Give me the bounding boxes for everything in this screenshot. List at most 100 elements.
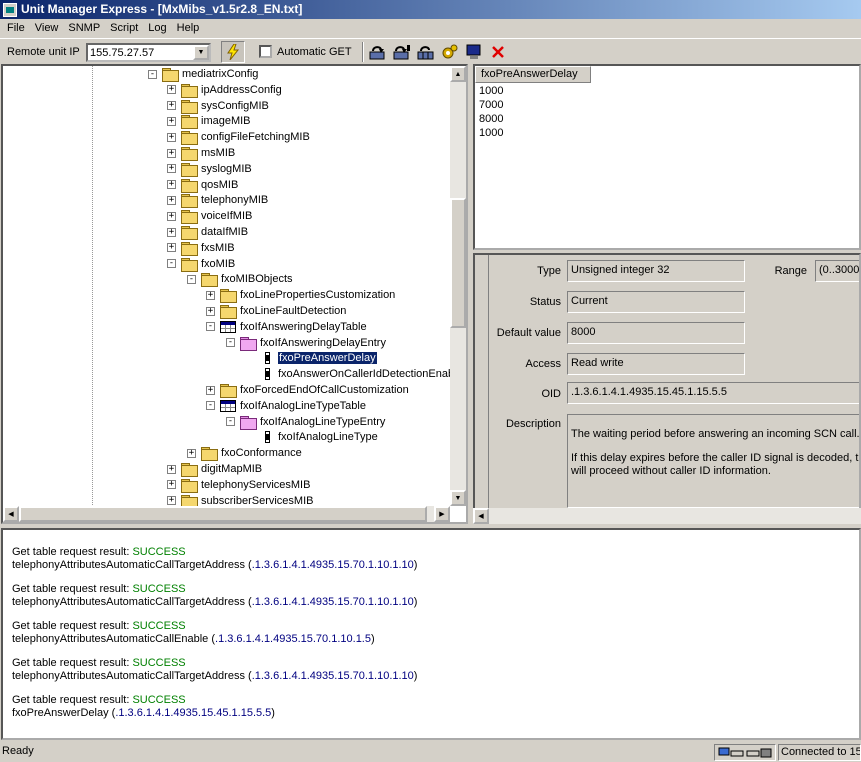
value-cell[interactable]: 8000 <box>479 112 503 126</box>
tree-item[interactable]: - fxoIfAnsweringDelayEntry <box>226 335 386 351</box>
connect-button[interactable] <box>221 41 245 63</box>
tree-item[interactable]: + fxoLineFaultDetection <box>206 303 346 319</box>
expand-icon[interactable]: + <box>167 132 176 142</box>
tree-item-label[interactable]: fxoIfAnsweringDelayTable <box>240 321 367 333</box>
tree-item[interactable]: + sysConfigMIB <box>167 98 269 114</box>
expand-icon[interactable]: + <box>206 306 215 316</box>
log-panel[interactable]: Get table request result: SUCCESS telepho… <box>1 528 861 740</box>
remote-ip-combo[interactable]: 155.75.27.57 ▼ <box>86 43 211 62</box>
expand-icon[interactable]: + <box>167 164 176 174</box>
tree-item[interactable]: + ipAddressConfig <box>167 82 282 98</box>
expand-icon[interactable]: + <box>167 116 176 126</box>
expand-icon[interactable]: + <box>167 180 176 190</box>
get-table-button[interactable] <box>415 42 437 62</box>
menu-file[interactable]: File <box>2 19 30 38</box>
remote-ip-value[interactable]: 155.75.27.57 <box>88 47 193 59</box>
tree-item[interactable]: + configFileFetchingMIB <box>167 129 310 146</box>
tree-item[interactable]: - fxoIfAnalogLineTypeEntry <box>226 414 385 430</box>
tree-item[interactable]: fxoPreAnswerDelay <box>246 350 378 366</box>
tree-item-label[interactable]: imageMIB <box>201 115 251 127</box>
tree-item-label[interactable]: sysConfigMIB <box>201 100 269 112</box>
expand-icon[interactable]: + <box>206 290 215 300</box>
column-header[interactable]: fxoPreAnswerDelay <box>475 66 591 83</box>
tree-item[interactable]: + syslogMIB <box>167 161 252 177</box>
mib-tree[interactable]: - mediatrixConfig + ipAddressConfig + sysConf… <box>1 64 468 524</box>
h-scroll-thumb[interactable] <box>19 506 427 522</box>
scroll-down-button[interactable]: ▼ <box>450 490 466 506</box>
expand-icon[interactable]: + <box>167 227 176 237</box>
tree-item-label[interactable]: fxoIfAnalogLineTypeTable <box>240 400 366 412</box>
expand-icon[interactable]: + <box>187 448 196 458</box>
tree-item-label[interactable]: fxoLinePropertiesCustomization <box>240 289 395 301</box>
values-table[interactable]: fxoPreAnswerDelay 1000 7000 8000 1000 <box>473 64 861 250</box>
tree-item-label[interactable]: qosMIB <box>201 179 238 191</box>
collapse-icon[interactable]: - <box>206 401 215 411</box>
expand-icon[interactable]: + <box>206 385 215 395</box>
tree-item-label[interactable]: voiceIfMIB <box>201 210 252 222</box>
menu-snmp[interactable]: SNMP <box>63 19 105 38</box>
tree-item-label[interactable]: fxoMIBObjects <box>221 273 293 285</box>
tree-item-label[interactable]: fxoPreAnswerDelay <box>277 351 378 366</box>
tree-item[interactable]: - fxoMIB <box>167 256 235 272</box>
tree-item-label[interactable]: telephonyMIB <box>201 194 268 206</box>
menu-help[interactable]: Help <box>172 19 205 38</box>
tree-item[interactable]: - mediatrixConfig <box>148 66 258 82</box>
tree-item[interactable]: + imageMIB <box>167 113 251 130</box>
send-button[interactable] <box>463 42 485 62</box>
scroll-up-button[interactable]: ▲ <box>450 66 466 82</box>
expand-icon[interactable]: + <box>167 464 176 474</box>
tree-item[interactable]: - fxoMIBObjects <box>187 271 293 288</box>
tree-item-label[interactable]: fxoMIB <box>201 258 235 270</box>
automatic-get-checkbox[interactable]: Automatic GET <box>259 45 352 58</box>
expand-icon[interactable]: + <box>167 243 176 253</box>
set-button[interactable] <box>439 42 461 62</box>
tree-item[interactable]: + digitMapMIB <box>167 461 262 477</box>
tree-item-label[interactable]: ipAddressConfig <box>201 84 282 96</box>
tree-item[interactable]: + fxsMIB <box>167 240 235 256</box>
tree-item-label[interactable]: digitMapMIB <box>201 463 262 475</box>
scroll-left-button[interactable]: ◀ <box>473 508 489 524</box>
tree-item-label[interactable]: telephonyServicesMIB <box>201 479 310 491</box>
tree-item-label[interactable]: configFileFetchingMIB <box>201 131 310 143</box>
expand-icon[interactable]: + <box>167 101 176 111</box>
expand-icon[interactable]: + <box>167 195 176 205</box>
tree-item-label[interactable]: fxoAnswerOnCallerIdDetectionEnab <box>278 368 454 380</box>
tree-item-label[interactable]: fxoConformance <box>221 447 302 459</box>
tree-item[interactable]: + qosMIB <box>167 177 238 193</box>
chevron-down-icon[interactable]: ▼ <box>193 45 209 60</box>
tree-item[interactable]: + telephonyServicesMIB <box>167 477 310 493</box>
tree-item[interactable]: + fxoLinePropertiesCustomization <box>206 287 395 304</box>
tree-item-label[interactable]: fxoLineFaultDetection <box>240 305 346 317</box>
tree-item-label[interactable]: subscriberServicesMIB <box>201 495 313 507</box>
tree-item[interactable]: - fxoIfAnalogLineTypeTable <box>206 398 366 414</box>
value-cell[interactable]: 1000 <box>479 126 503 140</box>
expand-icon[interactable]: + <box>167 496 176 506</box>
tree-item-label[interactable]: fxoIfAnalogLineTypeEntry <box>260 416 385 428</box>
collapse-icon[interactable]: - <box>226 417 235 427</box>
tree-item-label[interactable]: mediatrixConfig <box>182 68 258 80</box>
collapse-icon[interactable]: - <box>167 259 176 269</box>
get-button[interactable] <box>367 42 389 62</box>
expand-icon[interactable]: + <box>167 148 176 158</box>
scroll-left-button[interactable]: ◀ <box>3 506 19 522</box>
tree-item[interactable]: + fxoConformance <box>187 445 302 462</box>
expand-icon[interactable]: + <box>167 211 176 221</box>
get-next-button[interactable] <box>391 42 413 62</box>
tree-item-label[interactable]: fxsMIB <box>201 242 235 254</box>
cancel-button[interactable] <box>487 42 509 62</box>
tree-vertical-scrollbar[interactable]: ▲ ▼ <box>450 66 466 506</box>
scroll-thumb[interactable] <box>450 198 466 328</box>
tree-item[interactable]: + telephonyMIB <box>167 192 268 209</box>
checkbox-box[interactable] <box>259 45 272 58</box>
tree-horizontal-scrollbar[interactable]: ◀ ▶ <box>3 506 450 522</box>
tree-item-label[interactable]: syslogMIB <box>201 163 252 175</box>
tree-item-label[interactable]: msMIB <box>201 147 235 159</box>
tree-item[interactable]: fxoIfAnalogLineType <box>246 429 378 445</box>
expand-icon[interactable]: + <box>167 480 176 490</box>
tree-item[interactable]: fxoAnswerOnCallerIdDetectionEnab <box>246 366 454 382</box>
collapse-icon[interactable]: - <box>148 69 157 79</box>
collapse-icon[interactable]: - <box>226 338 235 348</box>
tree-item-label[interactable]: fxoIfAnalogLineType <box>278 431 378 443</box>
collapse-icon[interactable]: - <box>187 274 196 284</box>
scroll-right-button[interactable]: ▶ <box>434 506 450 522</box>
